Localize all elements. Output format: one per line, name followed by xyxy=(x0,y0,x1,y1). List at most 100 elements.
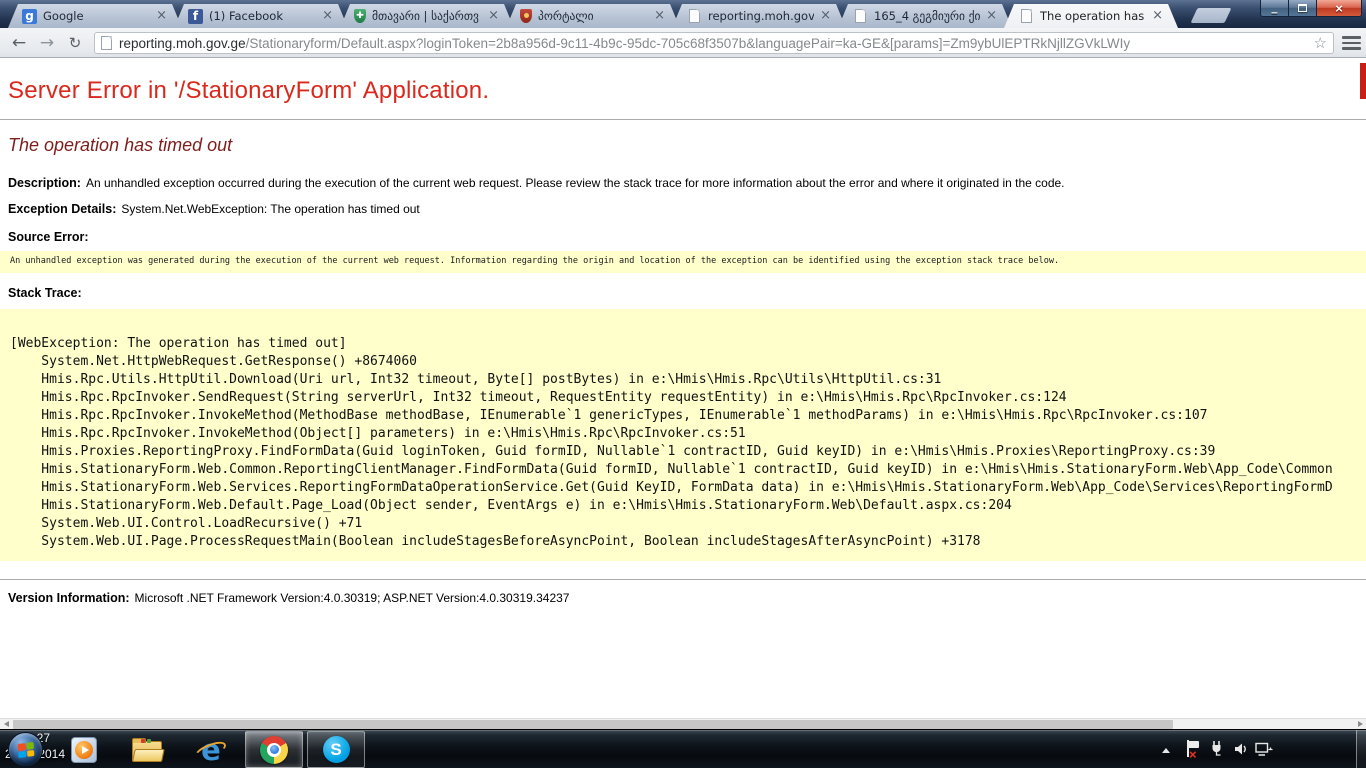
stack-trace-line: Hmis.StationaryForm.Web.Default.Page_Loa… xyxy=(10,497,1366,515)
browser-toolbar: ← → ↻ reporting.moh.gov.ge/Stationaryfor… xyxy=(0,28,1366,58)
power-tray-icon[interactable] xyxy=(1207,738,1227,760)
tab-165-4[interactable]: 165_4 გეგმიური ქირ × xyxy=(838,4,1012,28)
window-controls: – × xyxy=(1260,0,1362,17)
stack-trace-line: System.Web.UI.Control.LoadRecursive() +7… xyxy=(10,515,1366,533)
georgia-emblem-favicon xyxy=(520,9,532,23)
page-security-icon xyxy=(101,36,112,50)
tab-google[interactable]: g Google × xyxy=(8,4,182,28)
stack-trace-line: System.Web.UI.Page.ProcessRequestMain(Bo… xyxy=(10,533,1366,551)
facebook-favicon: f xyxy=(188,9,203,24)
close-button[interactable]: × xyxy=(1317,0,1362,17)
description-text: An unhandled exception occurred during t… xyxy=(86,176,1065,190)
bookmark-star-icon[interactable]: ☆ xyxy=(1314,34,1327,52)
error-page-subtitle: The operation has timed out xyxy=(8,135,232,156)
tab-reporting-moh[interactable]: reporting.moh.gov.ge × xyxy=(672,4,846,28)
error-page-content: Server Error in '/StationaryForm' Applic… xyxy=(0,59,1366,718)
address-bar[interactable]: reporting.moh.gov.ge/Stationaryform/Defa… xyxy=(94,32,1334,54)
back-button[interactable]: ← xyxy=(6,31,32,55)
url-path: /Stationaryform/Default.aspx?loginToken=… xyxy=(246,36,1131,51)
skype-taskbar-button[interactable]: S xyxy=(307,731,365,768)
version-info-label: Version Information: xyxy=(8,591,130,605)
google-favicon: g xyxy=(22,9,37,24)
tab-close-icon[interactable]: × xyxy=(1152,10,1163,22)
tab-close-icon[interactable]: × xyxy=(654,10,665,22)
windows-logo-icon xyxy=(17,741,34,757)
start-button[interactable] xyxy=(8,732,43,767)
windows-taskbar: e S × xyxy=(0,729,1366,768)
restore-button[interactable] xyxy=(1289,0,1317,17)
tab-error-page-active[interactable]: The operation has tim × xyxy=(1004,4,1178,28)
stack-trace-line: Hmis.Proxies.ReportingProxy.FindFormData… xyxy=(10,443,1366,461)
forward-button[interactable]: → xyxy=(34,31,60,55)
new-tab-button[interactable] xyxy=(1191,8,1232,23)
health-shield-favicon: ✚ xyxy=(354,9,366,23)
scroll-left-arrow[interactable] xyxy=(0,719,12,729)
alert-x-badge: × xyxy=(1189,747,1197,762)
tab-close-icon[interactable]: × xyxy=(156,10,167,22)
tab-close-icon[interactable]: × xyxy=(820,10,831,22)
desktop-screen: g Google × f (1) Facebook × ✚ მთავარი | … xyxy=(0,0,1366,768)
horizontal-scrollbar[interactable] xyxy=(0,718,1366,729)
chrome-taskbar-button[interactable] xyxy=(245,731,303,768)
blank-page-favicon xyxy=(852,8,868,24)
internet-explorer-taskbar-button[interactable]: e xyxy=(196,735,226,764)
stack-trace-line: [WebException: The operation has timed o… xyxy=(10,335,1366,353)
description-line: Description: An unhandled exception occur… xyxy=(8,176,1065,190)
exception-details-label: Exception Details: xyxy=(8,202,116,216)
reload-icon: ↻ xyxy=(69,34,82,52)
show-hidden-icons-button[interactable] xyxy=(1157,743,1175,757)
stack-trace-line: Hmis.Rpc.Utils.HttpUtil.Download(Uri url… xyxy=(10,371,1366,389)
error-page-title: Server Error in '/StationaryForm' Applic… xyxy=(8,77,489,105)
folder-icon xyxy=(132,741,162,762)
restore-icon xyxy=(1298,4,1307,12)
page-edge-red-artifact xyxy=(1360,63,1366,99)
tab-mtavari[interactable]: ✚ მთავარი | საქართვ × xyxy=(340,4,514,28)
up-arrow-icon xyxy=(1162,748,1170,753)
flag-icon: × xyxy=(1186,740,1200,758)
url-text: reporting.moh.gov.ge/Stationaryform/Defa… xyxy=(119,36,1307,51)
network-icon xyxy=(1255,741,1274,758)
chrome-icon xyxy=(260,736,288,764)
url-domain: reporting.moh.gov.ge xyxy=(119,36,246,51)
divider xyxy=(0,119,1366,120)
tab-close-icon[interactable]: × xyxy=(322,10,333,22)
scrollbar-thumb[interactable] xyxy=(13,720,1173,729)
minimize-button[interactable]: – xyxy=(1260,0,1289,17)
blank-page-favicon xyxy=(1018,8,1034,24)
divider xyxy=(0,579,1366,580)
tab-close-icon[interactable]: × xyxy=(986,10,997,22)
chrome-menu-button[interactable] xyxy=(1342,36,1361,50)
tab-title: Google xyxy=(43,9,150,23)
description-label: Description: xyxy=(8,176,81,190)
tab-title: 165_4 გეგმიური ქირ xyxy=(874,9,980,23)
tab-title: reporting.moh.gov.ge xyxy=(708,9,814,23)
tab-title: The operation has tim xyxy=(1040,9,1146,23)
show-desktop-button[interactable] xyxy=(1356,730,1366,768)
volume-tray-icon[interactable] xyxy=(1231,739,1251,759)
stack-trace-line: Hmis.Rpc.RpcInvoker.InvokeMethod(MethodB… xyxy=(10,407,1366,425)
browser-tab-strip: g Google × f (1) Facebook × ✚ მთავარი | … xyxy=(0,0,1366,28)
action-center-tray-icon[interactable]: × xyxy=(1183,738,1203,760)
stack-trace-label: Stack Trace: xyxy=(8,286,82,300)
exception-details-text: System.Net.WebException: The operation h… xyxy=(121,202,419,216)
stack-trace-label-line: Stack Trace: xyxy=(8,286,82,300)
source-error-label: Source Error: xyxy=(8,230,89,244)
tab-title: პორტალი xyxy=(538,9,648,23)
media-player-icon xyxy=(71,737,97,763)
stack-trace-line: Hmis.Rpc.RpcInvoker.SendRequest(String s… xyxy=(10,389,1366,407)
media-player-taskbar-button[interactable] xyxy=(69,735,99,764)
stack-trace-line: Hmis.Rpc.RpcInvoker.InvokeMethod(Object[… xyxy=(10,425,1366,443)
version-info-line: Version Information:Microsoft .NET Frame… xyxy=(8,591,569,605)
tab-facebook[interactable]: f (1) Facebook × xyxy=(174,4,348,28)
reload-button[interactable]: ↻ xyxy=(62,31,88,55)
forward-icon: → xyxy=(40,33,54,53)
speaker-icon xyxy=(1233,741,1249,757)
scroll-right-arrow[interactable] xyxy=(1354,719,1366,729)
exception-details-line: Exception Details: System.Net.WebExceptio… xyxy=(8,202,420,216)
stack-trace-box: [WebException: The operation has timed o… xyxy=(0,309,1366,561)
network-tray-icon[interactable] xyxy=(1253,739,1275,759)
tab-close-icon[interactable]: × xyxy=(488,10,499,22)
explorer-taskbar-button[interactable] xyxy=(132,735,162,764)
tab-portali[interactable]: პორტალი × xyxy=(506,4,680,28)
source-error-box: An unhandled exception was generated dur… xyxy=(0,251,1366,273)
